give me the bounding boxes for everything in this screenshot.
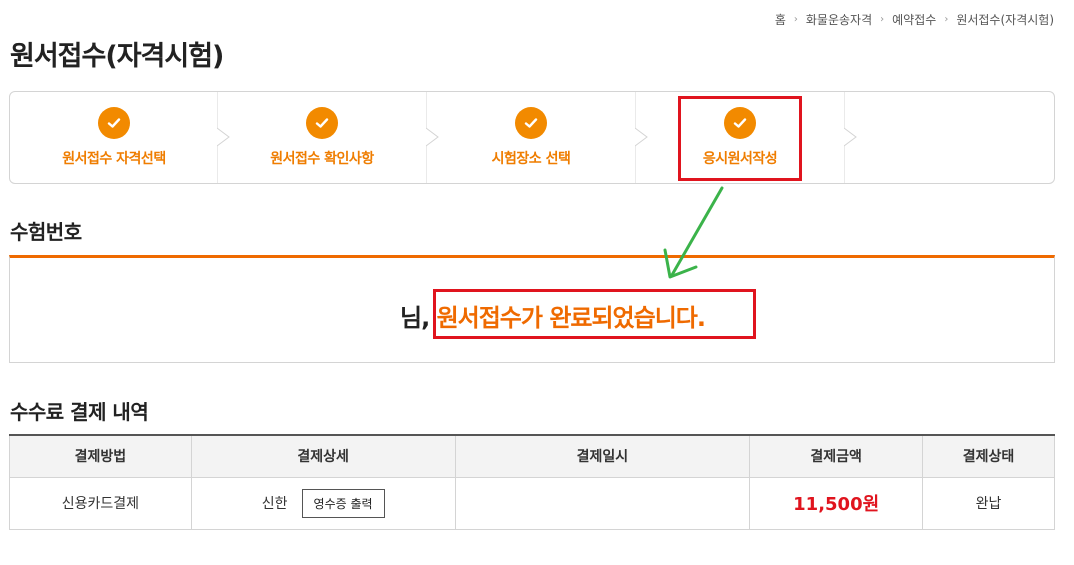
table-header-row: 결제방법 결제상세 결제일시 결제금액 결제상태 — [9, 435, 1055, 478]
step-3: 시험장소 선택 — [427, 92, 635, 183]
payment-table: 결제방법 결제상세 결제일시 결제금액 결제상태 신용카드결제 신한 영수증 출력… — [9, 434, 1055, 530]
card-company: 신한 — [261, 495, 288, 512]
payment-status-cell: 완납 — [922, 476, 1055, 530]
payment-method-cell: 신용카드결제 — [9, 476, 192, 530]
column-header: 결제일시 — [454, 435, 751, 478]
annotation-highlight-box — [433, 289, 756, 339]
check-icon — [98, 107, 130, 139]
check-icon — [515, 107, 547, 139]
breadcrumb: 홈 › 화물운송자격 › 예약접수 › 원서접수(자격시험) — [775, 11, 1054, 28]
check-icon — [306, 107, 338, 139]
step-label: 원서접수 확인사항 — [270, 151, 374, 167]
exam-number-title: 수험번호 — [10, 220, 82, 244]
breadcrumb-current: 원서접수(자격시험) — [956, 13, 1054, 27]
column-header: 결제상세 — [190, 435, 456, 478]
breadcrumb-item[interactable]: 화물운송자격 — [806, 11, 872, 28]
chevron-right-icon: › — [880, 14, 885, 25]
chevron-right-icon: › — [793, 14, 798, 25]
column-header: 결제상태 — [922, 435, 1055, 478]
step-label: 시험장소 선택 — [491, 151, 571, 167]
step-separator-icon — [844, 92, 857, 183]
annotation-arrow-icon — [663, 186, 724, 279]
step-label: 원서접수 자격선택 — [62, 151, 166, 167]
chevron-right-icon: › — [944, 14, 949, 25]
column-header: 결제방법 — [9, 435, 192, 478]
page-title: 원서접수(자격시험) — [10, 41, 224, 72]
breadcrumb-item[interactable]: 예약접수 — [892, 11, 936, 28]
applicant-name-suffix: 님, — [400, 304, 430, 332]
annotation-highlight-box — [678, 96, 802, 181]
payment-detail-cell: 신한 영수증 출력 — [190, 476, 456, 530]
print-receipt-button[interactable]: 영수증 출력 — [301, 488, 385, 518]
step-progress: 원서접수 자격선택 원서접수 확인사항 시험장소 선택 응시원서작성 — [9, 91, 1055, 184]
breadcrumb-home[interactable]: 홈 — [775, 11, 786, 28]
step-1: 원서접수 자격선택 — [10, 92, 218, 183]
table-row: 신용카드결제 신한 영수증 출력 11,500원 완납 — [9, 476, 1055, 530]
step-2: 원서접수 확인사항 — [218, 92, 426, 183]
payment-amount-cell: 11,500원 — [749, 476, 924, 530]
column-header: 결제금액 — [749, 435, 924, 478]
payment-history-title: 수수료 결제 내역 — [10, 400, 149, 424]
payment-datetime-cell — [454, 476, 751, 530]
